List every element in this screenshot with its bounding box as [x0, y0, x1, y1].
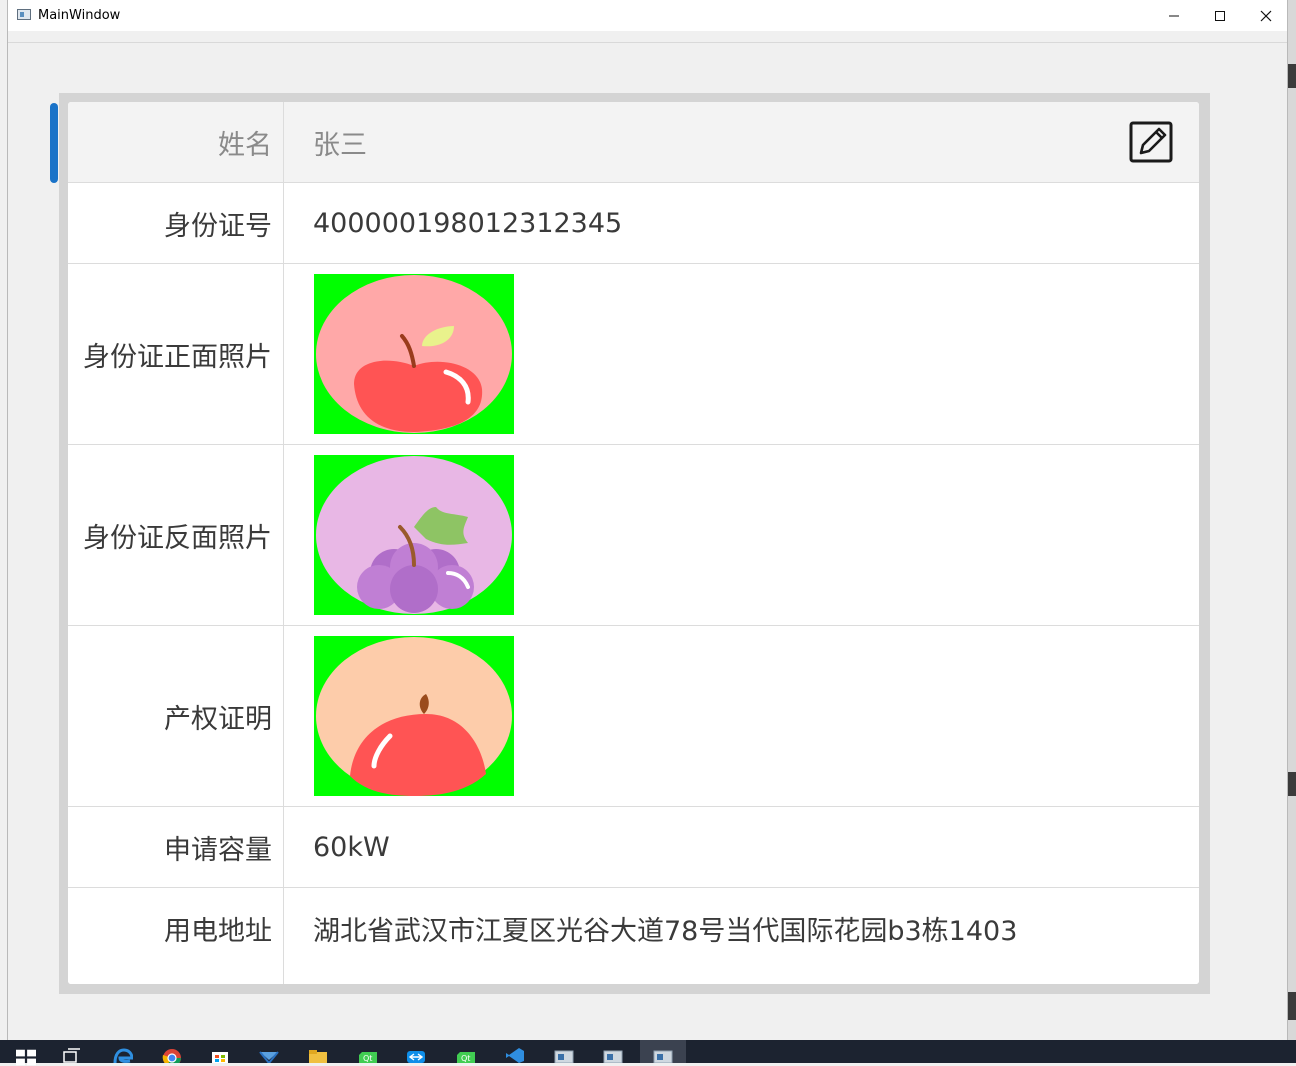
id-number-row: 身份证号 400000198012312345 [68, 183, 1199, 264]
id-number-label: 身份证号 [68, 183, 284, 263]
active-taskbar-item[interactable] [640, 1040, 686, 1063]
address-label: 用电地址 [68, 888, 284, 968]
app-icon [17, 9, 31, 20]
windows-start-icon[interactable] [16, 1049, 36, 1066]
apple-image [316, 275, 512, 433]
minimize-button[interactable] [1151, 0, 1197, 31]
qt-icon-2[interactable]: Qt [456, 1046, 476, 1063]
id-back-row: 身份证反面照片 [68, 445, 1199, 626]
desktop-window-edge [1288, 772, 1296, 796]
info-card: 姓名 张三 身份证号 400000198012312345 身份证正面照片 身份… [68, 102, 1199, 984]
store-icon[interactable] [210, 1046, 230, 1063]
menu-bar [8, 31, 1287, 43]
name-label: 姓名 [68, 102, 284, 182]
app-window-icon[interactable] [554, 1046, 574, 1063]
chrome-icon[interactable] [162, 1046, 182, 1063]
grape-image [316, 456, 512, 614]
vscode-icon[interactable] [505, 1046, 525, 1063]
peach-image [316, 637, 512, 796]
close-icon [1260, 10, 1272, 21]
address-value: 湖北省武汉市江夏区光谷大道78号当代国际花园b3栋1403 [313, 915, 1018, 947]
title-bar[interactable]: MainWindow [8, 0, 1287, 31]
scroll-indicator[interactable] [50, 103, 58, 183]
capacity-value: 60kW [313, 831, 390, 863]
teamviewer-icon[interactable] [406, 1046, 426, 1063]
edge-icon[interactable] [113, 1046, 133, 1063]
address-row: 用电地址 湖北省武汉市江夏区光谷大道78号当代国际花园b3栋1403 [68, 888, 1199, 969]
qt-icon[interactable]: Qt [358, 1046, 378, 1063]
id-front-label: 身份证正面照片 [68, 264, 284, 444]
main-window: MainWindow 姓名 张三 身份证号 400000198012312345… [7, 0, 1288, 1040]
id-number-value: 400000198012312345 [313, 207, 623, 239]
taskbar: Qt Qt [0, 1040, 1296, 1066]
window-title: MainWindow [38, 8, 121, 23]
property-proof-label: 产权证明 [68, 626, 284, 806]
name-value: 张三 [313, 129, 367, 161]
id-back-photo[interactable] [314, 455, 514, 615]
svg-text:Qt: Qt [363, 1054, 372, 1063]
minimize-icon [1169, 15, 1179, 16]
edit-button[interactable] [1129, 121, 1173, 165]
app-window-icon-3 [653, 1050, 673, 1063]
desktop-background [1288, 0, 1296, 1040]
id-front-row: 身份证正面照片 [68, 264, 1199, 445]
svg-text:Qt: Qt [461, 1054, 470, 1063]
id-front-photo[interactable] [314, 274, 514, 434]
desktop-window-edge [1288, 992, 1296, 1020]
capacity-label: 申请容量 [68, 807, 284, 887]
desktop-window-edge [1288, 64, 1296, 88]
app-window-icon-2[interactable] [603, 1046, 623, 1063]
id-back-label: 身份证反面照片 [68, 445, 284, 625]
mail-icon[interactable] [259, 1046, 279, 1063]
property-proof-row: 产权证明 [68, 626, 1199, 807]
close-button[interactable] [1243, 0, 1289, 31]
explorer-icon[interactable] [308, 1046, 328, 1063]
maximize-button[interactable] [1197, 0, 1243, 31]
capacity-row: 申请容量 60kW [68, 807, 1199, 888]
task-view-icon[interactable] [62, 1046, 82, 1063]
form-frame: 姓名 张三 身份证号 400000198012312345 身份证正面照片 身份… [50, 93, 1210, 994]
property-proof-photo[interactable] [314, 636, 514, 796]
edit-icon [1129, 121, 1173, 163]
maximize-icon [1215, 10, 1225, 21]
name-row: 姓名 张三 [68, 102, 1199, 183]
column-divider [283, 968, 284, 984]
next-row-partial [68, 968, 1199, 984]
